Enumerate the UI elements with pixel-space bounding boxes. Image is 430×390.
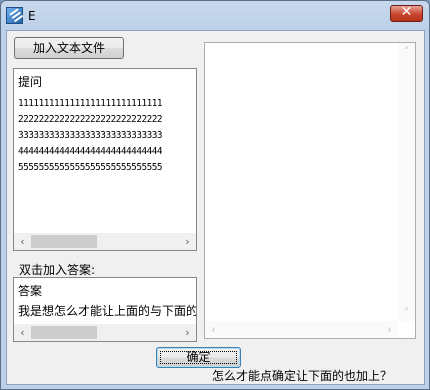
question-listbox[interactable]: 提问 1111111111111111111111111111 222222222… (13, 68, 197, 251)
scroll-right-icon[interactable]: › (179, 233, 196, 250)
answer-title: 答案 (18, 284, 43, 298)
result-hscrollbar[interactable]: ‹ › (205, 321, 398, 338)
question-line: 4444444444444444444444444444 (18, 146, 163, 157)
scroll-left-icon[interactable]: ‹ (14, 324, 31, 341)
scroll-down-icon[interactable]: ˅ (398, 304, 415, 321)
close-button[interactable]: ✕ (390, 4, 423, 22)
question-note: 怎么才能点确定让下面的也加上？ (212, 369, 393, 383)
double-click-add-answer-label: 双击加入答案: (19, 263, 96, 277)
add-text-file-button[interactable]: 加入文本文件 (14, 37, 124, 59)
answer-text: 我是想怎么才能让上面的与下面的 (18, 304, 197, 318)
scroll-left-icon[interactable]: ‹ (14, 233, 31, 250)
client-area: 加入文本文件 提问 1111111111111111111111111111 22… (6, 30, 425, 385)
application-window: E ✕ 加入文本文件 提问 11111111111111111111111111… (0, 0, 430, 390)
scroll-thumb[interactable] (31, 326, 97, 339)
scroll-left-icon[interactable]: ‹ (205, 321, 222, 338)
question-line: 3333333333333333333333333333 (18, 130, 163, 141)
scroll-right-icon[interactable]: › (381, 321, 398, 338)
question-line: 2222222222222222222222222222 (18, 114, 163, 125)
title-bar[interactable]: E ✕ (1, 1, 429, 31)
answer-hscrollbar[interactable]: ‹ › (14, 324, 196, 341)
question-line: 1111111111111111111111111111 (18, 98, 163, 109)
scroll-up-icon[interactable]: ˄ (398, 43, 415, 60)
question-line: 5555555555555555555555555555 (18, 162, 163, 173)
window-title: E (28, 9, 36, 23)
close-icon: ✕ (400, 4, 413, 20)
question-hscrollbar[interactable]: ‹ › (14, 233, 196, 250)
ok-button[interactable]: 确定 (156, 347, 241, 368)
result-listbox[interactable]: ˄ ˅ ‹ › (204, 42, 416, 339)
scroll-right-icon[interactable]: › (179, 324, 196, 341)
scroll-thumb[interactable] (31, 235, 97, 248)
question-lines: 1111111111111111111111111111 222222222222… (18, 96, 163, 176)
answer-listbox[interactable]: 答案 我是想怎么才能让上面的与下面的 ‹ › (13, 277, 197, 342)
question-title: 提问 (18, 75, 43, 89)
form-app-icon (6, 7, 23, 24)
result-vscrollbar[interactable]: ˄ ˅ (398, 43, 415, 321)
